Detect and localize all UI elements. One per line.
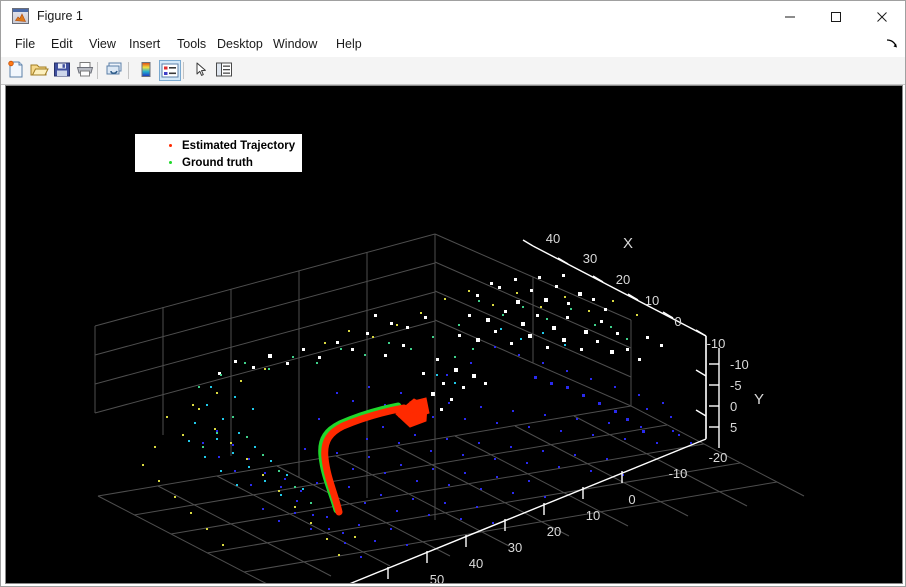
x-tick-label: 0 <box>674 314 681 329</box>
toolbar-separator <box>97 62 98 79</box>
y-axis-label: Y <box>754 391 764 408</box>
figure-window: Figure 1 File Edit View Insert Tools Des… <box>0 0 906 587</box>
link-plot-button[interactable] <box>105 60 127 81</box>
x-lower-tick-label: -10 <box>669 466 688 481</box>
insert-legend-button[interactable] <box>159 60 181 81</box>
menu-item-desktop[interactable]: Desktop <box>211 32 269 57</box>
z-tick-label: 30 <box>508 540 522 555</box>
menu-item-help[interactable]: Help <box>330 32 368 57</box>
y-tick-label: 5 <box>730 420 737 435</box>
y-tick-label: -10 <box>730 357 749 372</box>
matlab-figure-icon <box>12 8 29 24</box>
menu-item-file[interactable]: File <box>9 32 41 57</box>
legend-marker-green-dot-icon <box>169 161 172 164</box>
tool-bar <box>1 57 906 85</box>
menu-item-tools[interactable]: Tools <box>171 32 212 57</box>
title-bar: Figure 1 <box>1 1 906 33</box>
minimize-button[interactable] <box>769 1 815 31</box>
x-axis-lower-ticks <box>696 370 706 416</box>
dock-arrow-icon[interactable] <box>885 37 899 51</box>
toolbar-separator <box>183 62 184 79</box>
menu-bar: File Edit View Insert Tools Desktop Wind… <box>1 32 906 58</box>
legend-entry-estimated-trajectory: Estimated Trajectory <box>135 137 302 155</box>
maximize-button[interactable] <box>815 1 861 31</box>
y-tick-label: 0 <box>730 399 737 414</box>
new-figure-button[interactable] <box>6 60 28 81</box>
toolbar-separator <box>128 62 129 79</box>
x-axis-label: X <box>623 235 633 252</box>
x-tick-label: 30 <box>583 251 597 266</box>
grid-floor <box>98 406 804 583</box>
z-tick-label: 0 <box>628 492 635 507</box>
z-tick-label: 40 <box>469 556 483 571</box>
edit-plot-button[interactable] <box>191 60 213 81</box>
legend-entry-ground-truth: Ground truth <box>135 154 302 172</box>
menu-item-window[interactable]: Window <box>267 32 323 57</box>
menu-item-insert[interactable]: Insert <box>123 32 166 57</box>
figure-canvas[interactable]: 40 30 20 10 0 -10 -10 -20 -10 -5 0 5 90 … <box>5 85 903 584</box>
camera-frustum-marker <box>396 398 429 427</box>
legend-label: Estimated Trajectory <box>182 138 295 154</box>
legend-marker-red-dot-icon <box>169 144 172 147</box>
x-tick-label: -10 <box>707 336 726 351</box>
window-title: Figure 1 <box>37 7 83 25</box>
z-tick-label: 50 <box>430 572 444 583</box>
x-lower-tick-label: -20 <box>709 450 728 465</box>
save-figure-button[interactable] <box>52 60 74 81</box>
y-axis-ticks <box>709 364 719 427</box>
menu-item-view[interactable]: View <box>83 32 122 57</box>
open-file-button[interactable] <box>29 60 51 81</box>
x-tick-label: 40 <box>546 231 560 246</box>
close-button[interactable] <box>861 1 906 31</box>
z-tick-label: 20 <box>547 524 561 539</box>
menu-item-edit[interactable]: Edit <box>45 32 79 57</box>
plot-legend[interactable]: Estimated Trajectory Ground truth <box>134 133 303 173</box>
legend-label: Ground truth <box>182 155 253 171</box>
print-figure-button[interactable] <box>75 60 97 81</box>
z-tick-label: 10 <box>586 508 600 523</box>
x-tick-label: 20 <box>616 272 630 287</box>
insert-colorbar-button[interactable] <box>136 60 158 81</box>
x-tick-label: 10 <box>645 293 659 308</box>
grid-wall-left-horizontal <box>95 234 435 413</box>
y-tick-label: -5 <box>730 378 742 393</box>
property-inspector-button[interactable] <box>214 60 236 81</box>
